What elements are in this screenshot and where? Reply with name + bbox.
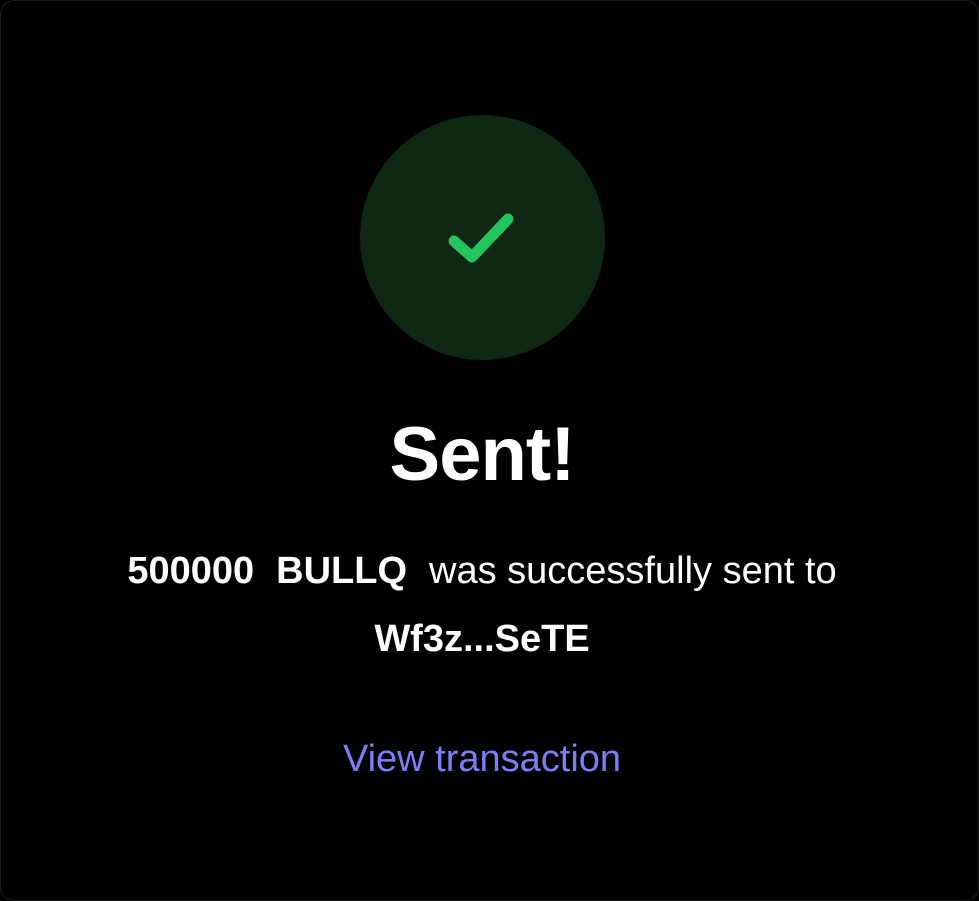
recipient-address: Wf3z...SeTE	[374, 618, 590, 660]
check-icon	[448, 213, 514, 263]
success-dialog: Sent! 500000 BULLQ was successfully sent t…	[0, 0, 979, 901]
success-badge	[360, 115, 605, 360]
transfer-message-text: was successfully sent to	[429, 550, 837, 592]
transfer-amount: 500000	[127, 550, 255, 592]
view-transaction-link[interactable]: View transaction	[1, 735, 963, 783]
transfer-message: 500000 BULLQ was successfully sent to	[1, 547, 963, 595]
status-title: Sent!	[389, 412, 576, 497]
token-symbol: BULLQ	[276, 550, 408, 592]
